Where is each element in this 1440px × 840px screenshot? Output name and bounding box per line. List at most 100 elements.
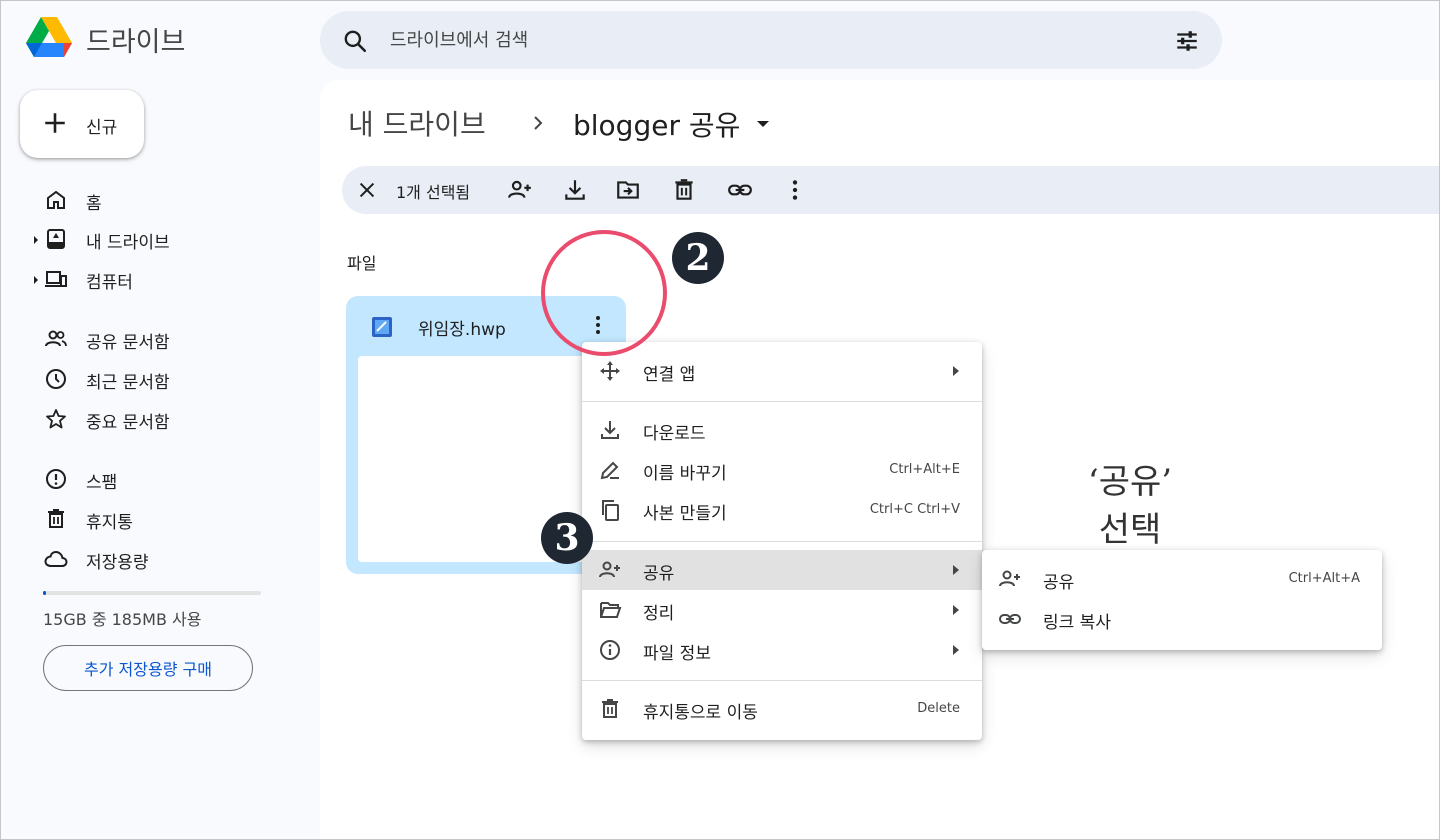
sidebar-item-starred[interactable]: 중요 문서함 (34, 402, 304, 436)
hwp-file-icon (372, 317, 392, 337)
menu-item-open-with[interactable]: 연결 앱 (582, 351, 982, 391)
storage-progress-bar (43, 591, 261, 595)
breadcrumb-root[interactable]: 내 드라이브 (348, 103, 486, 143)
sidebar-item-shared[interactable]: 공유 문서함 (34, 322, 304, 356)
rename-icon (600, 461, 619, 480)
submenu-item-copy-link[interactable]: 링크 복사 (982, 599, 1382, 639)
highlight-circle-annotation (541, 230, 667, 356)
new-button[interactable]: 신규 (20, 90, 144, 158)
menu-item-label: 휴지통으로 이동 (643, 703, 758, 723)
spam-icon (46, 469, 66, 489)
menu-item-label: 정리 (643, 604, 675, 624)
link-icon (999, 614, 1021, 624)
trash-icon (602, 699, 618, 718)
menu-item-label: 다운로드 (643, 424, 706, 444)
selection-count: 1개 선택됨 (396, 183, 471, 202)
google-drive-logo[interactable] (26, 17, 72, 59)
star-icon (46, 409, 66, 429)
download-icon (601, 421, 619, 439)
move-to-folder-icon[interactable] (615, 177, 641, 203)
share-submenu: 공유 Ctrl+Alt+A 링크 복사 (982, 550, 1382, 650)
menu-item-label: 이름 바꾸기 (643, 464, 727, 484)
menu-item-label: 공유 (643, 564, 675, 584)
files-section-label: 파일 (347, 254, 377, 273)
menu-item-label: 공유 (1043, 573, 1075, 593)
new-button-label: 신규 (86, 118, 118, 138)
folder-open-icon (600, 602, 622, 618)
menu-item-share[interactable]: 공유 (582, 550, 982, 590)
sidebar-item-label: 저장용량 (86, 553, 149, 573)
sidebar-item-spam[interactable]: 스팸 (34, 462, 304, 496)
menu-divider (582, 680, 982, 681)
menu-item-shortcut: Ctrl+C Ctrl+V (869, 502, 960, 517)
submenu-arrow-icon (953, 366, 959, 376)
sidebar-item-label: 공유 문서함 (86, 333, 170, 353)
selection-toolbar: 1개 선택됨 (342, 166, 1440, 214)
buy-storage-button[interactable]: 추가 저장용량 구매 (43, 645, 253, 691)
search-input[interactable] (390, 25, 1150, 55)
chevron-right-icon (534, 116, 543, 130)
sidebar-item-storage[interactable]: 저장용량 (34, 542, 304, 576)
sidebar-item-my-drive[interactable]: 내 드라이브 (34, 222, 304, 256)
sidebar-item-trash[interactable]: 휴지통 (34, 502, 304, 536)
menu-item-file-info[interactable]: 파일 정보 (582, 630, 982, 670)
download-icon[interactable] (562, 177, 588, 203)
cloud-icon (44, 550, 68, 567)
sidebar-item-label: 컴퓨터 (86, 273, 133, 293)
expand-caret-icon[interactable] (34, 236, 38, 244)
trash-icon (48, 509, 64, 528)
sidebar-item-label: 중요 문서함 (86, 413, 170, 433)
menu-item-label: 사본 만들기 (643, 504, 727, 524)
trash-icon[interactable] (671, 177, 697, 203)
sidebar-item-home[interactable]: 홈 (34, 183, 304, 217)
menu-item-move-to-trash[interactable]: 휴지통으로 이동 Delete (582, 689, 982, 729)
expand-caret-icon[interactable] (34, 276, 38, 284)
menu-item-label: 연결 앱 (643, 365, 696, 385)
copy-icon (602, 500, 619, 521)
sidebar-item-label: 스팸 (86, 473, 118, 493)
share-icon (599, 561, 620, 578)
submenu-item-share[interactable]: 공유 Ctrl+Alt+A (982, 559, 1382, 599)
more-vert-icon[interactable] (782, 177, 808, 203)
menu-item-rename[interactable]: 이름 바꾸기 Ctrl+Alt+E (582, 450, 982, 490)
search-bar[interactable] (320, 11, 1222, 69)
person-add-icon (999, 570, 1020, 587)
menu-item-download[interactable]: 다운로드 (582, 410, 982, 450)
home-icon (47, 190, 65, 209)
file-context-menu: 연결 앱 다운로드 이름 바꾸기 Ctrl+Alt+E 사본 만들기 Ctrl+… (582, 342, 982, 740)
menu-item-shortcut: Ctrl+Alt+A (1288, 571, 1360, 586)
sidebar-item-label: 내 드라이브 (86, 233, 170, 253)
handwritten-note: ‘공유’ 선택 (1050, 458, 1210, 554)
app-title: 드라이브 (86, 27, 186, 58)
menu-item-make-copy[interactable]: 사본 만들기 Ctrl+C Ctrl+V (582, 490, 982, 530)
sidebar-item-recent[interactable]: 최근 문서함 (34, 362, 304, 396)
note-line-1: ‘공유’ (1087, 462, 1173, 502)
share-person-add-icon[interactable] (507, 177, 533, 203)
plus-icon (45, 113, 65, 133)
sidebar-item-computers[interactable]: 컴퓨터 (34, 262, 304, 296)
menu-item-label: 링크 복사 (1043, 613, 1111, 633)
menu-item-organize[interactable]: 정리 (582, 590, 982, 630)
close-icon[interactable] (356, 179, 378, 201)
folder-dropdown-arrow-icon[interactable] (757, 121, 769, 127)
search-icon[interactable] (342, 28, 368, 54)
link-icon[interactable] (727, 177, 753, 203)
my-drive-icon (47, 229, 65, 249)
sidebar-item-label: 휴지통 (86, 513, 133, 533)
shared-icon (45, 330, 67, 347)
submenu-arrow-icon (953, 645, 959, 655)
clock-icon (46, 369, 66, 389)
info-icon (600, 640, 620, 660)
submenu-arrow-icon (953, 565, 959, 575)
menu-item-label: 파일 정보 (643, 644, 711, 664)
menu-item-shortcut: Delete (917, 701, 960, 716)
open-with-icon (600, 361, 620, 381)
sidebar-item-label: 최근 문서함 (86, 373, 170, 393)
note-line-2: 선택 (1098, 510, 1162, 550)
menu-item-shortcut: Ctrl+Alt+E (889, 462, 960, 477)
file-name: 위임장.hwp (418, 320, 506, 340)
search-options-icon[interactable] (1174, 28, 1200, 54)
computer-icon (45, 271, 67, 287)
breadcrumb-current[interactable]: blogger 공유 (573, 104, 740, 144)
step-2-badge: 2 (672, 232, 724, 284)
